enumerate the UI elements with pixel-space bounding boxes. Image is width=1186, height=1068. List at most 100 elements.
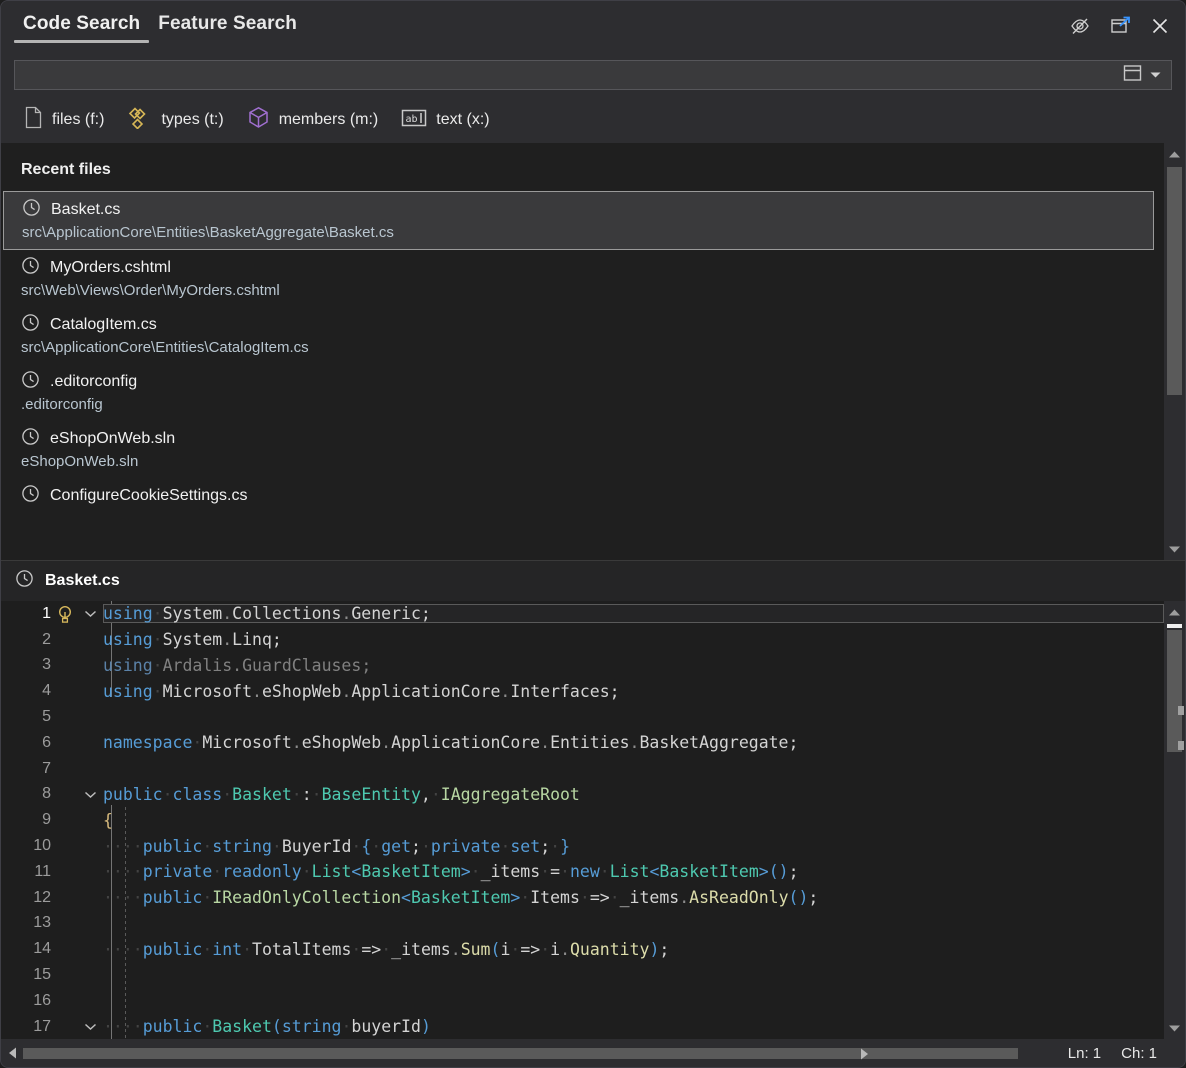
code-editor[interactable]: 1 using·System.Collections.Generic; <box>1 601 1185 1039</box>
filter-text-label: text (x:) <box>436 111 489 129</box>
line-number: 3 <box>1 656 53 674</box>
filter-types[interactable]: types (t:) <box>117 102 236 138</box>
clock-icon <box>21 313 40 337</box>
result-item-0[interactable]: Basket.cs src\ApplicationCore\Entities\B… <box>3 191 1154 250</box>
close-icon[interactable] <box>1147 13 1173 39</box>
lightbulb-icon[interactable] <box>53 604 77 624</box>
result-item-3-path: .editorconfig <box>21 396 1164 413</box>
result-item-1-name: MyOrders.cshtml <box>50 259 171 277</box>
filter-row: files (f:) types (t:) members (m:) <box>1 97 1185 143</box>
line-number: 14 <box>1 940 53 958</box>
line-number: 9 <box>1 811 53 829</box>
clock-icon <box>22 198 41 222</box>
clock-icon <box>15 569 34 593</box>
line-number: 4 <box>1 682 53 700</box>
code-scroll-annotation <box>1178 741 1184 750</box>
preview-panel: Basket.cs 1 <box>1 560 1185 1039</box>
status-bar: Ln: 1 Ch: 1 <box>1 1039 1185 1067</box>
scroll-down-icon[interactable] <box>1164 1019 1185 1037</box>
code-scroll-position-marker <box>1167 624 1182 628</box>
code-search-window: Code Search Feature Search <box>0 0 1186 1068</box>
text-ab-icon: ab <box>401 108 427 133</box>
code-viewport: 1 using·System.Collections.Generic; <box>1 601 1164 1039</box>
clock-icon <box>21 370 40 394</box>
scroll-up-icon[interactable] <box>1164 145 1185 163</box>
result-item-2[interactable]: CatalogItem.cs src\ApplicationCore\Entit… <box>1 307 1164 364</box>
code-line-4: 4 using·Microsoft.eShopWeb.ApplicationCo… <box>1 678 1164 704</box>
fold-chevron-icon[interactable] <box>77 1022 103 1031</box>
result-item-2-name: CatalogItem.cs <box>50 316 157 334</box>
result-item-0-name: Basket.cs <box>51 201 120 219</box>
code-line-10-text: ····public·string·BuyerId·{·get;·private… <box>103 837 1164 856</box>
line-number: 10 <box>1 837 53 855</box>
scroll-down-icon[interactable] <box>1164 540 1185 558</box>
search-input[interactable] <box>25 67 1117 84</box>
result-item-1[interactable]: MyOrders.cshtml src\Web\Views\Order\MyOr… <box>1 250 1164 307</box>
code-line-1-text: using·System.Collections.Generic; <box>103 604 1164 623</box>
line-number: 7 <box>1 760 53 778</box>
chevron-down-icon <box>1149 66 1162 84</box>
line-number: 16 <box>1 992 53 1010</box>
code-line-14-text: ····public·int·TotalItems·=>·_items.Sum(… <box>103 940 1164 959</box>
result-item-2-path: src\ApplicationCore\Entities\CatalogItem… <box>21 339 1164 356</box>
layout-dropdown-button[interactable] <box>1117 62 1165 89</box>
result-item-5[interactable]: ConfigureCookieSettings.cs <box>1 478 1164 516</box>
code-line-15: 15 <box>1 962 1164 988</box>
panel-layout-icon <box>1122 64 1144 87</box>
code-line-8-text: public·class·Basket·:·BaseEntity,·IAggre… <box>103 785 1164 804</box>
line-number: 6 <box>1 734 53 752</box>
scroll-right-icon[interactable] <box>856 1046 872 1067</box>
line-number: 5 <box>1 708 53 726</box>
filter-members[interactable]: members (m:) <box>237 102 392 139</box>
line-number: 1 <box>1 605 53 623</box>
search-box[interactable] <box>14 60 1172 90</box>
line-number: 2 <box>1 631 53 649</box>
fold-chevron-icon[interactable] <box>77 790 103 799</box>
status-line-indicator: Ln: 1 <box>1058 1045 1111 1062</box>
code-line-3: 3 using·Ardalis.GuardClauses; <box>1 653 1164 679</box>
code-scrollbar[interactable] <box>1164 601 1185 1039</box>
code-line-17-text: ····public·Basket(string·buyerId) <box>103 1017 1164 1036</box>
line-number: 17 <box>1 1018 53 1036</box>
code-line-6-text: namespace·Microsoft.eShopWeb.Application… <box>103 733 1164 752</box>
code-scroll-annotation <box>1178 706 1184 715</box>
preview-header: Basket.cs <box>1 561 1185 601</box>
clock-icon <box>21 427 40 451</box>
results-scrollbar[interactable] <box>1164 143 1185 560</box>
filter-types-label: types (t:) <box>161 111 223 129</box>
file-icon <box>24 106 43 134</box>
code-line-1: 1 using·System.Collections.Generic; <box>1 601 1164 627</box>
code-line-6: 6 namespace·Microsoft.eShopWeb.Applicati… <box>1 730 1164 756</box>
tab-code-search[interactable]: Code Search <box>14 13 149 47</box>
results-scroll-thumb[interactable] <box>1167 167 1182 395</box>
result-item-3[interactable]: .editorconfig .editorconfig <box>1 364 1164 421</box>
eye-off-icon[interactable] <box>1067 13 1093 39</box>
tab-feature-search[interactable]: Feature Search <box>149 13 306 47</box>
result-item-4-name: eShopOnWeb.sln <box>50 430 175 448</box>
result-item-4[interactable]: eShopOnWeb.sln eShopOnWeb.sln <box>1 421 1164 478</box>
scroll-left-icon[interactable] <box>5 1045 21 1066</box>
line-number: 11 <box>1 863 53 881</box>
code-line-9: 9 { <box>1 807 1164 833</box>
filter-files[interactable]: files (f:) <box>14 102 117 138</box>
results-list: Recent files Basket.cs src\ApplicationCo… <box>1 143 1164 560</box>
horizontal-scrollbar[interactable] <box>1 1045 1058 1061</box>
search-row <box>1 53 1185 97</box>
results-panel: Recent files Basket.cs src\ApplicationCo… <box>1 143 1185 560</box>
types-icon <box>127 106 152 134</box>
fold-chevron-icon[interactable] <box>77 609 103 618</box>
code-line-7: 7 <box>1 756 1164 782</box>
members-cube-icon <box>247 106 270 135</box>
clock-icon <box>21 484 40 508</box>
filter-files-label: files (f:) <box>52 111 104 129</box>
svg-text:ab: ab <box>406 114 418 125</box>
scroll-up-icon[interactable] <box>1164 603 1185 621</box>
code-line-12: 12 ····public·IReadOnlyCollection<Basket… <box>1 885 1164 911</box>
line-number: 13 <box>1 914 53 932</box>
tab-code-search-label: Code Search <box>23 13 140 34</box>
code-scroll-thumb[interactable] <box>1167 630 1182 752</box>
filter-text[interactable]: ab text (x:) <box>391 104 502 137</box>
open-external-icon[interactable] <box>1107 13 1133 39</box>
section-title-recent-files: Recent files <box>1 143 1164 191</box>
status-right-group: Ln: 1 Ch: 1 <box>1058 1045 1185 1062</box>
